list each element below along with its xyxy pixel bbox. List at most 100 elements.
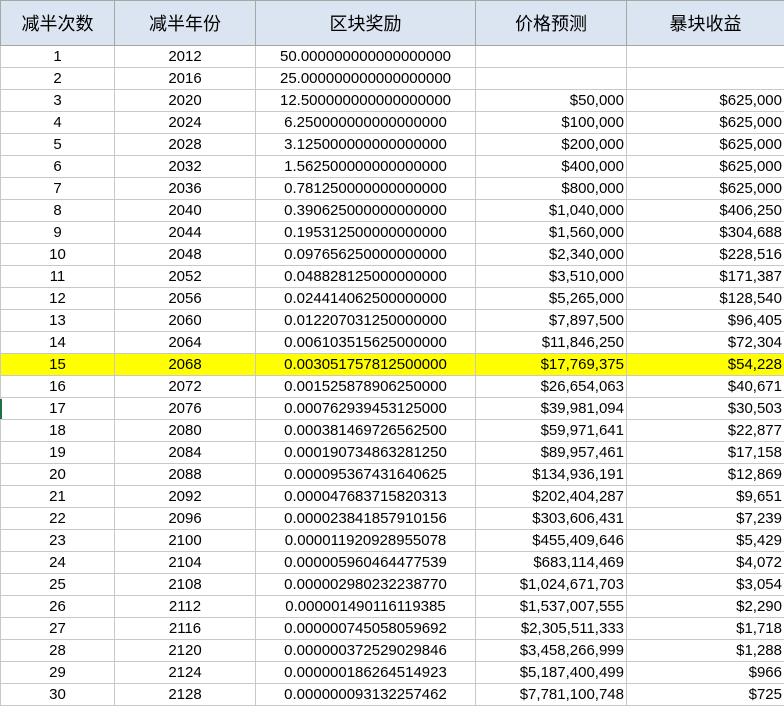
cell-halving-year[interactable]: 2084 xyxy=(115,442,256,464)
cell-price-forecast[interactable]: $5,265,000 xyxy=(476,288,627,310)
cell-block-reward[interactable]: 0.006103515625000000 xyxy=(256,332,476,354)
cell-block-reward[interactable]: 1.562500000000000000 xyxy=(256,156,476,178)
cell-block-reward[interactable]: 0.012207031250000000 xyxy=(256,310,476,332)
cell-block-reward[interactable]: 0.390625000000000000 xyxy=(256,200,476,222)
cell-block-reward[interactable]: 0.000000372529029846 xyxy=(256,640,476,662)
cell-price-forecast[interactable]: $59,971,641 xyxy=(476,420,627,442)
cell-halving-count[interactable]: 14 xyxy=(1,332,115,354)
cell-block-reward[interactable]: 0.000023841857910156 xyxy=(256,508,476,530)
cell-windfall-profit[interactable]: $12,869 xyxy=(627,464,784,486)
header-price-forecast[interactable]: 价格预测 xyxy=(476,1,627,46)
cell-price-forecast[interactable]: $134,936,191 xyxy=(476,464,627,486)
cell-windfall-profit[interactable]: $625,000 xyxy=(627,112,784,134)
cell-price-forecast[interactable] xyxy=(476,68,627,90)
cell-halving-year[interactable]: 2100 xyxy=(115,530,256,552)
cell-price-forecast[interactable]: $1,537,007,555 xyxy=(476,596,627,618)
cell-halving-count[interactable]: 19 xyxy=(1,442,115,464)
cell-price-forecast[interactable]: $455,409,646 xyxy=(476,530,627,552)
cell-halving-count[interactable]: 5 xyxy=(1,134,115,156)
cell-halving-year[interactable]: 2068 xyxy=(115,354,256,376)
cell-block-reward[interactable]: 0.000095367431640625 xyxy=(256,464,476,486)
cell-block-reward[interactable]: 0.024414062500000000 xyxy=(256,288,476,310)
cell-windfall-profit[interactable]: $7,239 xyxy=(627,508,784,530)
cell-block-reward[interactable]: 3.125000000000000000 xyxy=(256,134,476,156)
cell-halving-year[interactable]: 2080 xyxy=(115,420,256,442)
cell-halving-count[interactable]: 27 xyxy=(1,618,115,640)
cell-halving-count[interactable]: 28 xyxy=(1,640,115,662)
cell-halving-count[interactable]: 23 xyxy=(1,530,115,552)
cell-halving-count[interactable]: 22 xyxy=(1,508,115,530)
cell-price-forecast[interactable]: $89,957,461 xyxy=(476,442,627,464)
cell-halving-count[interactable]: 29 xyxy=(1,662,115,684)
cell-price-forecast[interactable]: $7,897,500 xyxy=(476,310,627,332)
cell-price-forecast[interactable]: $11,846,250 xyxy=(476,332,627,354)
cell-block-reward[interactable]: 50.000000000000000000 xyxy=(256,46,476,68)
cell-halving-count[interactable]: 26 xyxy=(1,596,115,618)
cell-halving-year[interactable]: 2128 xyxy=(115,684,256,706)
cell-windfall-profit[interactable]: $2,290 xyxy=(627,596,784,618)
cell-halving-year[interactable]: 2064 xyxy=(115,332,256,354)
cell-halving-year[interactable]: 2092 xyxy=(115,486,256,508)
cell-block-reward[interactable]: 12.500000000000000000 xyxy=(256,90,476,112)
cell-windfall-profit[interactable]: $96,405 xyxy=(627,310,784,332)
cell-block-reward[interactable]: 0.000190734863281250 xyxy=(256,442,476,464)
cell-halving-count[interactable]: 17 xyxy=(1,398,115,420)
cell-halving-count[interactable]: 16 xyxy=(1,376,115,398)
cell-halving-year[interactable]: 2076 xyxy=(115,398,256,420)
cell-windfall-profit[interactable] xyxy=(627,46,784,68)
cell-windfall-profit[interactable]: $625,000 xyxy=(627,156,784,178)
cell-halving-count[interactable]: 20 xyxy=(1,464,115,486)
cell-windfall-profit[interactable]: $72,304 xyxy=(627,332,784,354)
cell-halving-count[interactable]: 24 xyxy=(1,552,115,574)
cell-price-forecast[interactable]: $683,114,469 xyxy=(476,552,627,574)
cell-windfall-profit[interactable]: $5,429 xyxy=(627,530,784,552)
cell-windfall-profit[interactable]: $304,688 xyxy=(627,222,784,244)
cell-windfall-profit[interactable]: $4,072 xyxy=(627,552,784,574)
cell-block-reward[interactable]: 0.000047683715820313 xyxy=(256,486,476,508)
cell-halving-count[interactable]: 12 xyxy=(1,288,115,310)
cell-windfall-profit[interactable]: $625,000 xyxy=(627,134,784,156)
cell-price-forecast[interactable]: $400,000 xyxy=(476,156,627,178)
cell-halving-year[interactable]: 2116 xyxy=(115,618,256,640)
cell-block-reward[interactable]: 0.000000186264514923 xyxy=(256,662,476,684)
cell-price-forecast[interactable]: $200,000 xyxy=(476,134,627,156)
cell-price-forecast[interactable]: $2,305,511,333 xyxy=(476,618,627,640)
cell-halving-year[interactable]: 2020 xyxy=(115,90,256,112)
cell-halving-year[interactable]: 2096 xyxy=(115,508,256,530)
cell-halving-count[interactable]: 21 xyxy=(1,486,115,508)
cell-windfall-profit[interactable]: $966 xyxy=(627,662,784,684)
cell-price-forecast[interactable]: $1,024,671,703 xyxy=(476,574,627,596)
cell-halving-year[interactable]: 2088 xyxy=(115,464,256,486)
cell-halving-year[interactable]: 2012 xyxy=(115,46,256,68)
cell-price-forecast[interactable]: $100,000 xyxy=(476,112,627,134)
cell-windfall-profit[interactable]: $406,250 xyxy=(627,200,784,222)
cell-halving-count[interactable]: 7 xyxy=(1,178,115,200)
cell-windfall-profit[interactable]: $228,516 xyxy=(627,244,784,266)
cell-block-reward[interactable]: 25.000000000000000000 xyxy=(256,68,476,90)
cell-halving-year[interactable]: 2124 xyxy=(115,662,256,684)
cell-price-forecast[interactable]: $39,981,094 xyxy=(476,398,627,420)
cell-windfall-profit[interactable]: $625,000 xyxy=(627,90,784,112)
cell-halving-count[interactable]: 8 xyxy=(1,200,115,222)
cell-price-forecast[interactable]: $3,510,000 xyxy=(476,266,627,288)
cell-halving-year[interactable]: 2056 xyxy=(115,288,256,310)
cell-price-forecast[interactable]: $26,654,063 xyxy=(476,376,627,398)
cell-halving-year[interactable]: 2120 xyxy=(115,640,256,662)
cell-windfall-profit[interactable]: $1,288 xyxy=(627,640,784,662)
cell-halving-count[interactable]: 13 xyxy=(1,310,115,332)
cell-block-reward[interactable]: 0.048828125000000000 xyxy=(256,266,476,288)
header-block-reward[interactable]: 区块奖励 xyxy=(256,1,476,46)
cell-block-reward[interactable]: 0.097656250000000000 xyxy=(256,244,476,266)
cell-price-forecast[interactable]: $1,560,000 xyxy=(476,222,627,244)
cell-windfall-profit[interactable]: $17,158 xyxy=(627,442,784,464)
cell-halving-year[interactable]: 2036 xyxy=(115,178,256,200)
cell-halving-count[interactable]: 3 xyxy=(1,90,115,112)
cell-windfall-profit[interactable] xyxy=(627,68,784,90)
cell-block-reward[interactable]: 0.000000093132257462 xyxy=(256,684,476,706)
cell-windfall-profit[interactable]: $725 xyxy=(627,684,784,706)
cell-halving-year[interactable]: 2048 xyxy=(115,244,256,266)
cell-halving-year[interactable]: 2108 xyxy=(115,574,256,596)
cell-block-reward[interactable]: 0.000000745058059692 xyxy=(256,618,476,640)
cell-price-forecast[interactable] xyxy=(476,46,627,68)
header-windfall-profit[interactable]: 暴块收益 xyxy=(627,1,784,46)
